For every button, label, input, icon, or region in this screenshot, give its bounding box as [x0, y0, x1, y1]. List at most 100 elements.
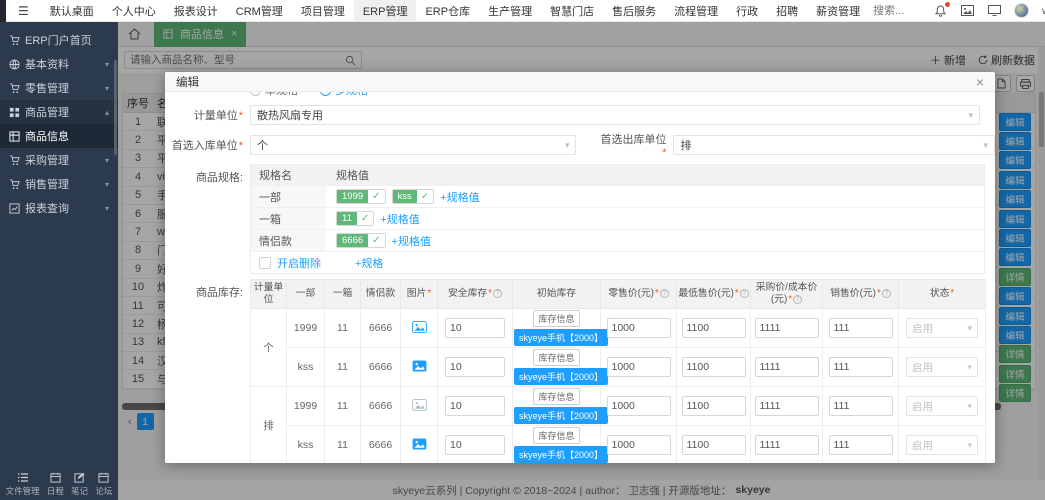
- min-price-input[interactable]: [682, 318, 746, 338]
- nav-report-design[interactable]: 报表设计: [165, 0, 227, 21]
- stock-info-button[interactable]: 库存信息: [533, 427, 579, 444]
- nav-salary[interactable]: 薪资管理: [807, 0, 869, 21]
- warehouse-tag[interactable]: skyeye手机【2000】: [514, 329, 608, 346]
- retail-price-input[interactable]: [607, 396, 671, 416]
- image-upload-icon[interactable]: [412, 438, 427, 450]
- stock-info-button[interactable]: 库存信息: [533, 310, 579, 327]
- add-spec-value-link[interactable]: +规格值: [440, 189, 479, 205]
- chevron-down-icon: ▾: [983, 140, 988, 151]
- stock-info-button[interactable]: 库存信息: [533, 349, 579, 366]
- nav-project[interactable]: 项目管理: [292, 0, 354, 21]
- stock-info-button[interactable]: 库存信息: [533, 388, 579, 405]
- safe-stock-input[interactable]: [445, 435, 505, 455]
- image-upload-icon[interactable]: [412, 399, 427, 411]
- sale-price-input[interactable]: [829, 435, 893, 455]
- add-spec-value-link[interactable]: +规格值: [392, 233, 431, 249]
- status-select[interactable]: 启用▾: [906, 357, 978, 377]
- global-search-input[interactable]: [873, 5, 933, 17]
- safe-stock-input[interactable]: [445, 396, 505, 416]
- chevron-down-icon: ▾: [967, 440, 972, 451]
- nav-process[interactable]: 流程管理: [665, 0, 727, 21]
- sidebar-item-report-query[interactable]: 报表查询 ▾: [0, 196, 118, 220]
- nav-smart-store[interactable]: 智慧门店: [541, 0, 603, 21]
- sidebar-item-goods-info[interactable]: 商品信息: [0, 124, 118, 148]
- nav-crm[interactable]: CRM管理: [227, 0, 292, 21]
- min-price-input[interactable]: [682, 396, 746, 416]
- warehouse-tag[interactable]: skyeye手机【2000】: [514, 368, 608, 385]
- file-manager-shortcut[interactable]: 文件管理: [6, 472, 40, 497]
- image-upload-icon[interactable]: [412, 360, 427, 372]
- safe-stock-input[interactable]: [445, 318, 505, 338]
- sidebar-item-sales[interactable]: 销售管理 ▾: [0, 172, 118, 196]
- sale-price-input[interactable]: [829, 357, 893, 377]
- help-icon: [493, 289, 502, 298]
- retail-price-input[interactable]: [607, 435, 671, 455]
- sale-price-input[interactable]: [829, 318, 893, 338]
- nav-production[interactable]: 生产管理: [479, 0, 541, 21]
- min-price-input[interactable]: [682, 435, 746, 455]
- forum-shortcut[interactable]: 论坛: [95, 472, 112, 497]
- chart-icon: [9, 203, 20, 214]
- check-icon: ✓: [368, 234, 384, 247]
- cost-price-input[interactable]: [755, 318, 819, 338]
- radio-multi-spec[interactable]: ✓多规格: [320, 92, 368, 98]
- unit-select[interactable]: 散热风扇专用 ▾: [250, 105, 980, 125]
- add-spec-link[interactable]: +规格: [355, 255, 383, 271]
- cost-price-input[interactable]: [755, 357, 819, 377]
- chevron-up-icon: ▴: [105, 108, 109, 117]
- unit-label: 计量单位: [165, 107, 243, 123]
- sidebar-item-basic-data[interactable]: 基本资料 ▾: [0, 52, 118, 76]
- retail-price-input[interactable]: [607, 357, 671, 377]
- stock-table: 计量单位 一部 一箱 情侣款 图片 安全库存 初始库存 零售价(元) 最低售价(…: [250, 279, 986, 463]
- add-spec-value-link[interactable]: +规格值: [380, 211, 419, 227]
- bell-icon[interactable]: [933, 4, 947, 18]
- spec-value-tag[interactable]: 1999✓: [336, 189, 386, 204]
- nav-default-desktop[interactable]: 默认桌面: [41, 0, 103, 21]
- sidebar-item-erp-home[interactable]: ERP门户首页: [0, 28, 118, 52]
- radio-checked-icon: ✓: [320, 92, 331, 96]
- notes-shortcut[interactable]: 笔记: [71, 472, 88, 497]
- stock-row: kss 11 6666 库存信息 skyeye手机【2000】: [251, 426, 986, 463]
- safe-stock-input[interactable]: [445, 357, 505, 377]
- sidebar-item-retail[interactable]: 零售管理 ▾: [0, 76, 118, 100]
- spec-value-tag[interactable]: kss✓: [392, 189, 435, 204]
- stock-row: 个 1999 11 6666 库存信息 skyeye手机【2000】: [251, 309, 986, 348]
- retail-price-input[interactable]: [607, 318, 671, 338]
- spec-value-tag[interactable]: 11✓: [336, 211, 374, 226]
- sidebar-item-goods-mgmt[interactable]: 商品管理 ▴: [0, 100, 118, 124]
- nav-recruit[interactable]: 招聘: [767, 0, 807, 21]
- cost-price-input[interactable]: [755, 396, 819, 416]
- nav-erp[interactable]: ERP管理: [354, 0, 417, 21]
- warehouse-tag[interactable]: skyeye手机【2000】: [514, 446, 608, 463]
- sale-price-input[interactable]: [829, 396, 893, 416]
- close-icon[interactable]: ×: [976, 75, 984, 89]
- hamburger-menu-icon[interactable]: ☰: [6, 4, 41, 18]
- nav-admin[interactable]: 行政: [727, 0, 767, 21]
- outbound-unit-select[interactable]: 排 ▾: [673, 135, 995, 155]
- modal-body: 单规格 ✓多规格 计量单位 散热风扇专用 ▾ 首选入库单位 个 ▾ 首选出库单位: [165, 92, 995, 463]
- inbound-unit-select[interactable]: 个 ▾: [250, 135, 576, 155]
- nav-personal-center[interactable]: 个人中心: [103, 0, 165, 21]
- nav-erp-warehouse[interactable]: ERP仓库: [416, 0, 479, 21]
- spec-value-tag[interactable]: 6666✓: [336, 233, 386, 248]
- schedule-shortcut[interactable]: 日程: [47, 472, 64, 497]
- min-price-input[interactable]: [682, 357, 746, 377]
- nav-after-sales[interactable]: 售后服务: [603, 0, 665, 21]
- enable-delete-checkbox[interactable]: [259, 257, 271, 269]
- image-upload-icon[interactable]: [412, 321, 427, 333]
- warehouse-tag[interactable]: skyeye手机【2000】: [514, 407, 608, 424]
- spec-row: 一箱 11✓ +规格值: [251, 207, 984, 229]
- globe-icon: [9, 59, 20, 70]
- sidebar-scrollbar[interactable]: [114, 60, 117, 155]
- radio-single-spec[interactable]: 单规格: [250, 92, 298, 98]
- sidebar-item-purchase[interactable]: 采购管理 ▾: [0, 148, 118, 172]
- image-icon[interactable]: [960, 4, 974, 18]
- check-icon: ✓: [417, 190, 433, 203]
- chevron-down-icon: ▾: [105, 84, 109, 93]
- monitor-icon[interactable]: [987, 4, 1001, 18]
- status-select[interactable]: 启用▾: [906, 435, 978, 455]
- user-avatar[interactable]: [1014, 3, 1029, 18]
- status-select[interactable]: 启用▾: [906, 396, 978, 416]
- status-select[interactable]: 启用▾: [906, 318, 978, 338]
- cost-price-input[interactable]: [755, 435, 819, 455]
